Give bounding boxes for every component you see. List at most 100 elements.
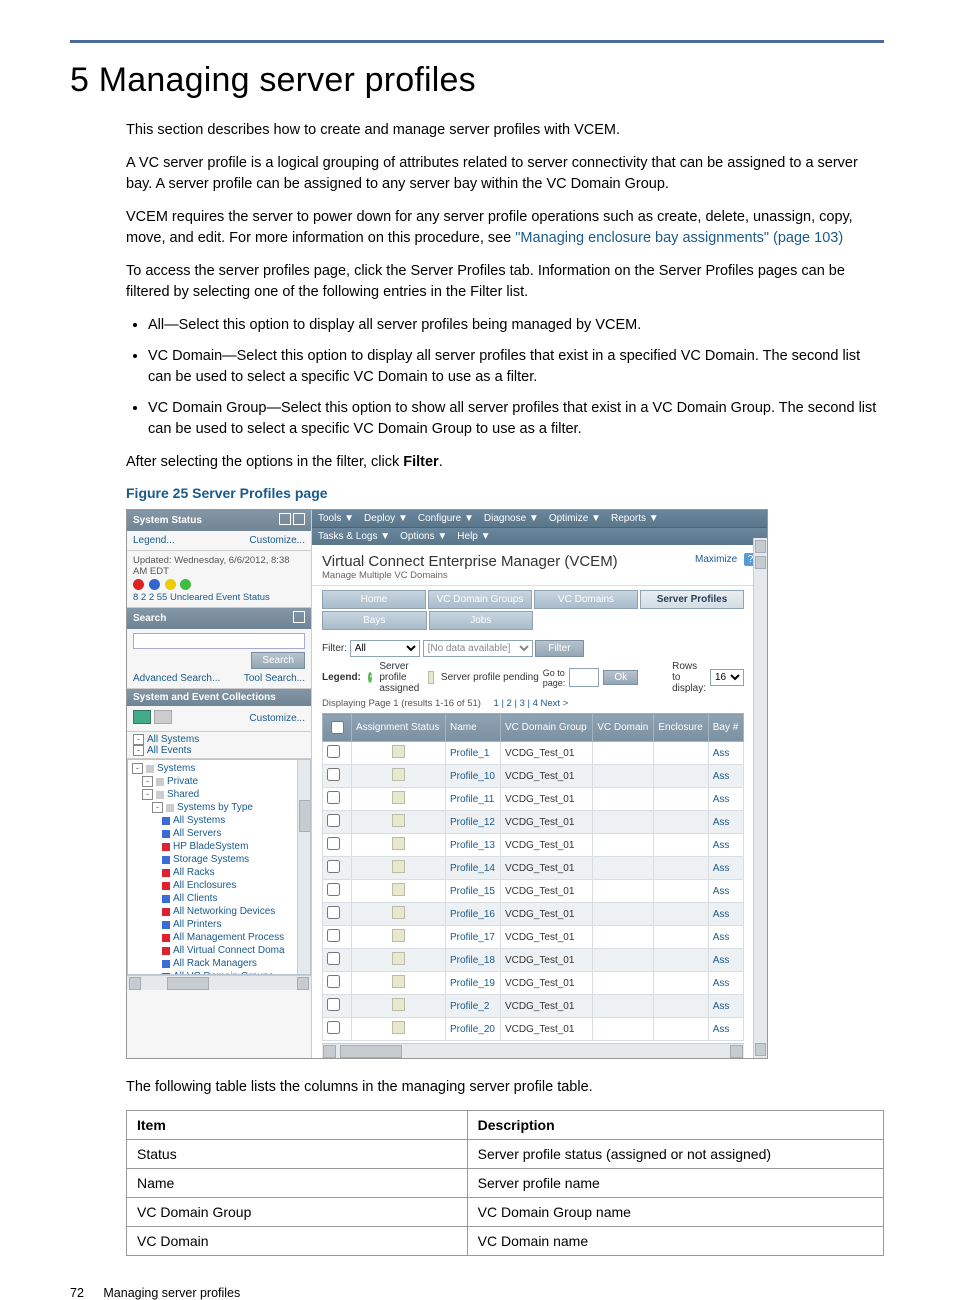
- status-normal-icon[interactable]: [180, 579, 191, 590]
- cell-name[interactable]: Profile_17: [445, 926, 500, 949]
- row-checkbox[interactable]: [327, 768, 340, 781]
- grid-header[interactable]: VC Domain Group: [500, 714, 592, 742]
- tree-expand-icon[interactable]: -: [142, 789, 153, 800]
- tool-search-link[interactable]: Tool Search...: [244, 673, 305, 684]
- tree-item-label[interactable]: All Systems: [173, 815, 225, 826]
- table-row[interactable]: Profile_10VCDG_Test_01Ass: [323, 765, 744, 788]
- table-row[interactable]: Profile_15VCDG_Test_01Ass: [323, 880, 744, 903]
- expand-all-icon[interactable]: [133, 710, 151, 724]
- tree-expand-icon[interactable]: -: [152, 802, 163, 813]
- table-row[interactable]: Profile_14VCDG_Test_01Ass: [323, 857, 744, 880]
- table-row[interactable]: Profile_19VCDG_Test_01Ass: [323, 972, 744, 995]
- collapse-icon[interactable]: [291, 611, 305, 626]
- tab-home[interactable]: Home: [322, 590, 426, 609]
- cell-name[interactable]: Profile_15: [445, 880, 500, 903]
- legend-link[interactable]: Legend...: [133, 535, 175, 546]
- tree-item-label[interactable]: Private: [167, 776, 198, 787]
- collapse-all-icon[interactable]: [154, 710, 172, 724]
- tree-expand-icon[interactable]: -: [132, 763, 143, 774]
- cell-name[interactable]: Profile_10: [445, 765, 500, 788]
- menu-item[interactable]: Reports ▼: [611, 513, 659, 524]
- ok-button[interactable]: Ok: [603, 670, 638, 685]
- tab-jobs[interactable]: Jobs: [429, 611, 534, 630]
- maximize-link[interactable]: Maximize: [695, 554, 737, 565]
- grid-header[interactable]: Name: [445, 714, 500, 742]
- row-checkbox[interactable]: [327, 883, 340, 896]
- search-button[interactable]: Search: [251, 652, 305, 669]
- status-critical-icon[interactable]: [133, 579, 144, 590]
- customize-collections-link[interactable]: Customize...: [249, 713, 305, 724]
- menu-item[interactable]: Deploy ▼: [364, 513, 408, 524]
- row-checkbox[interactable]: [327, 1021, 340, 1034]
- row-checkbox[interactable]: [327, 975, 340, 988]
- tab-bays[interactable]: Bays: [322, 611, 427, 630]
- table-row[interactable]: Profile_11VCDG_Test_01Ass: [323, 788, 744, 811]
- tree-item-label[interactable]: All Servers: [173, 828, 221, 839]
- tree-item-label[interactable]: All Virtual Connect Doma: [173, 945, 285, 956]
- table-row[interactable]: Profile_1VCDG_Test_01Ass: [323, 742, 744, 765]
- tree-item-label[interactable]: All Networking Devices: [173, 906, 275, 917]
- cell-name[interactable]: Profile_11: [445, 788, 500, 811]
- cell-name[interactable]: Profile_16: [445, 903, 500, 926]
- table-row[interactable]: Profile_18VCDG_Test_01Ass: [323, 949, 744, 972]
- grid-header[interactable]: VC Domain: [593, 714, 654, 742]
- tree-item-label[interactable]: Storage Systems: [173, 854, 249, 865]
- all-events-link[interactable]: All Events: [147, 745, 191, 756]
- row-checkbox[interactable]: [327, 837, 340, 850]
- row-checkbox[interactable]: [327, 745, 340, 758]
- table-row[interactable]: Profile_16VCDG_Test_01Ass: [323, 903, 744, 926]
- row-checkbox[interactable]: [327, 791, 340, 804]
- all-systems-link[interactable]: All Systems: [147, 734, 199, 745]
- row-checkbox[interactable]: [327, 998, 340, 1011]
- filter-select-secondary[interactable]: [No data available]: [423, 640, 533, 657]
- paging-links[interactable]: 1 | 2 | 3 | 4 Next >: [494, 698, 569, 709]
- cell-name[interactable]: Profile_2: [445, 995, 500, 1018]
- cell-name[interactable]: Profile_1: [445, 742, 500, 765]
- row-checkbox[interactable]: [327, 952, 340, 965]
- menu-item[interactable]: Tools ▼: [318, 513, 354, 524]
- grid-horizontal-scrollbar[interactable]: [322, 1043, 744, 1058]
- menu-item[interactable]: Optimize ▼: [549, 513, 601, 524]
- row-checkbox[interactable]: [327, 906, 340, 919]
- tree-item-label[interactable]: All Clients: [173, 893, 217, 904]
- cell-name[interactable]: Profile_19: [445, 972, 500, 995]
- rows-to-display-select[interactable]: 16: [710, 669, 744, 686]
- status-minor-icon[interactable]: [165, 579, 176, 590]
- panel-controls-icon[interactable]: [277, 513, 305, 528]
- collections-tree[interactable]: -Systems-Private-Shared-Systems by TypeA…: [127, 759, 311, 975]
- menu-item[interactable]: Configure ▼: [418, 513, 474, 524]
- tree-item-label[interactable]: HP BladeSystem: [173, 841, 248, 852]
- link-managing-enclosure-bay[interactable]: "Managing enclosure bay assignments" (pa…: [515, 230, 843, 246]
- grid-header[interactable]: Bay #: [708, 714, 743, 742]
- tree-item-label[interactable]: Systems by Type: [177, 802, 253, 813]
- tree-vertical-scrollbar[interactable]: [297, 760, 310, 974]
- goto-page-input[interactable]: [569, 668, 599, 687]
- menu-item[interactable]: Diagnose ▼: [484, 513, 539, 524]
- tree-horizontal-scrollbar[interactable]: [127, 975, 311, 990]
- cell-name[interactable]: Profile_12: [445, 811, 500, 834]
- filter-select-primary[interactable]: All: [350, 640, 420, 657]
- grid-header[interactable]: Assignment Status: [352, 714, 446, 742]
- cell-name[interactable]: Profile_14: [445, 857, 500, 880]
- tree-item-label[interactable]: Shared: [167, 789, 199, 800]
- tab-vc-domain-groups[interactable]: VC Domain Groups: [428, 590, 532, 609]
- row-checkbox[interactable]: [327, 929, 340, 942]
- cell-name[interactable]: Profile_13: [445, 834, 500, 857]
- table-row[interactable]: Profile_12VCDG_Test_01Ass: [323, 811, 744, 834]
- tab-server-profiles[interactable]: Server Profiles: [640, 590, 744, 609]
- tree-item-label[interactable]: All Management Process: [173, 932, 284, 943]
- customize-link[interactable]: Customize...: [249, 535, 305, 546]
- grid-header[interactable]: Enclosure: [654, 714, 708, 742]
- table-row[interactable]: Profile_2VCDG_Test_01Ass: [323, 995, 744, 1018]
- select-all-checkbox[interactable]: [331, 721, 344, 734]
- tree-item-label[interactable]: Systems: [157, 763, 195, 774]
- status-major-icon[interactable]: [149, 579, 160, 590]
- content-vertical-scrollbar[interactable]: [753, 538, 767, 1058]
- filter-button[interactable]: Filter: [535, 640, 583, 657]
- table-row[interactable]: Profile_20VCDG_Test_01Ass: [323, 1018, 744, 1041]
- row-checkbox[interactable]: [327, 814, 340, 827]
- uncleared-event-status[interactable]: 8 2 2 55 Uncleared Event Status: [133, 592, 305, 603]
- menu-item[interactable]: Tasks & Logs ▼: [318, 531, 390, 542]
- grid-header[interactable]: [323, 714, 352, 742]
- table-row[interactable]: Profile_17VCDG_Test_01Ass: [323, 926, 744, 949]
